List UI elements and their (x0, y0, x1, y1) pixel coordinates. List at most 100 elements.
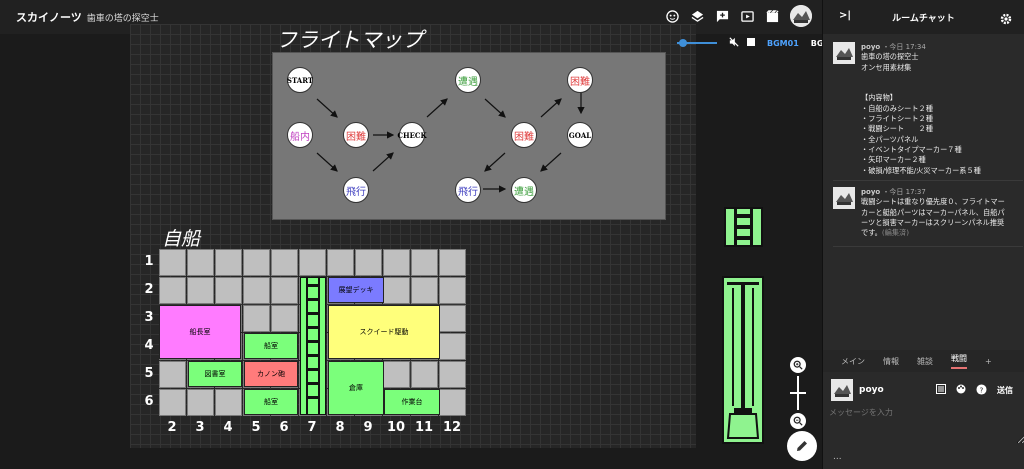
message-line: ーツと損害マーカーはスクリーンパネル推奨 (861, 217, 1005, 227)
chat-title: ルームチャット (892, 13, 955, 24)
chat-message: poyo ・今日 17:34 歯車の塔の探空士 オンセ用素材集 【内容物】 ・自… (833, 42, 1023, 176)
flightmap-panel[interactable]: START 船内 困難 飛行 CHECK 遭遇 困難 困難 飛行 遭遇 GOAL (272, 52, 666, 220)
user-avatar[interactable] (790, 5, 812, 27)
message-time: ・今日 17:34 (882, 43, 926, 51)
message-author: poyo (861, 43, 881, 51)
flight-node-encounter-1: 遭遇 (455, 67, 481, 93)
zoom-in-icon[interactable] (790, 357, 806, 373)
message-separator (833, 246, 1023, 247)
room-cabin-1[interactable]: 船室 (244, 333, 298, 359)
flight-node-check: CHECK (397, 122, 427, 148)
ship-cell (159, 389, 186, 416)
layers-icon[interactable] (690, 9, 704, 23)
movie-icon[interactable] (765, 9, 779, 23)
bgm-controls: BGM01 BGM02 (677, 37, 843, 49)
flight-node-start: START (287, 67, 313, 93)
face-icon[interactable] (665, 9, 679, 23)
room-workshop[interactable]: 作業台 (384, 389, 440, 415)
ship-cell (383, 277, 410, 304)
collapse-panel-icon[interactable]: >| (839, 10, 851, 21)
input-avatar[interactable] (831, 379, 853, 401)
ship-cell (271, 277, 298, 304)
flight-node-goal: GOAL (567, 122, 593, 148)
stop-icon[interactable] (747, 38, 755, 48)
ship-cell (411, 249, 438, 276)
message-line: ・戦闘シート ２種 (861, 124, 933, 134)
ship-cell (215, 389, 242, 416)
col-label: 2 (167, 420, 177, 435)
message-avatar (833, 187, 855, 209)
tab-info[interactable]: 情報 (883, 356, 899, 367)
ship-cell (159, 277, 186, 304)
flightmap-title: フライトマップ (276, 28, 423, 52)
flight-node-encounter-2: 遭遇 (511, 177, 537, 203)
message-line (861, 83, 981, 93)
ladder-icon (726, 282, 760, 439)
message-line: カーと艇船パーツはマーカーパネル、自船パ (861, 207, 1005, 217)
ladder-piece-small[interactable] (724, 207, 763, 247)
room-deck[interactable]: 展望デッキ (328, 277, 384, 303)
ship-cell (271, 249, 298, 276)
volume-slider[interactable] (677, 39, 717, 47)
edit-fab-button[interactable] (787, 431, 817, 461)
message-input[interactable] (823, 404, 1024, 444)
message-line: ・破損/修理不能/火災マーカー系５種 (861, 165, 981, 175)
col-label: 7 (307, 420, 317, 435)
bgm01-button[interactable]: BGM01 (767, 39, 799, 48)
ship-cell (215, 277, 242, 304)
chat-tabs: メイン 情報 雑談 戦闘 + (823, 350, 1024, 372)
col-label: 3 (195, 420, 205, 435)
pencil-icon (797, 441, 807, 451)
volume-slider-knob[interactable] (679, 39, 687, 47)
ship-cell (243, 277, 270, 304)
flight-node-flight-2: 飛行 (455, 177, 481, 203)
send-button[interactable]: 送信 (997, 385, 1013, 396)
mute-icon[interactable] (729, 37, 739, 49)
room-library[interactable]: 図書室 (188, 361, 242, 387)
room-title: 歯車の塔の探空士 (86, 13, 159, 24)
message-line: 歯車の塔の探空士 (861, 52, 919, 62)
ship-cell (383, 249, 410, 276)
message-author: poyo (861, 188, 881, 196)
zoom-out-icon[interactable] (790, 413, 806, 429)
ship-cell (243, 249, 270, 276)
col-label: 6 (279, 420, 289, 435)
room-warehouse[interactable]: 倉庫 (328, 361, 384, 415)
zoom-slider[interactable] (790, 376, 806, 410)
ship-cell (439, 389, 466, 416)
ship-cell (411, 361, 438, 388)
ship-cell (439, 249, 466, 276)
room-squid-drive[interactable]: スクイード駆動 (328, 305, 440, 359)
ship-cell (187, 389, 214, 416)
message-line: 【内容物】 (861, 93, 897, 103)
room-cannon[interactable]: カノン砲 (244, 361, 298, 387)
col-label: 4 (223, 420, 233, 435)
svg-text:?: ? (980, 385, 984, 394)
help-icon[interactable]: ? (976, 383, 987, 397)
ship-grid[interactable]: 展望デッキ 船長室 スクイード駆動 船室 図書室 カノン砲 倉庫 船室 作業台 (158, 248, 470, 416)
ladder-piece-large[interactable] (722, 276, 764, 444)
flight-node-difficulty-2: 困難 (511, 122, 537, 148)
room-cabin-2[interactable]: 船室 (244, 389, 298, 415)
palette-icon[interactable] (956, 384, 966, 396)
message-line: オンセ用素材集 (861, 62, 912, 72)
gear-icon[interactable] (1000, 10, 1012, 29)
input-username[interactable]: poyo (859, 385, 884, 395)
message-separator (833, 180, 1023, 181)
tab-chat[interactable]: 雑談 (917, 356, 933, 367)
tab-main[interactable]: メイン (841, 356, 865, 367)
add-tab-button[interactable]: + (985, 357, 992, 366)
video-icon[interactable] (740, 9, 754, 23)
row-label: 1 (144, 254, 154, 269)
add-comment-icon[interactable] (715, 9, 729, 23)
room-captain[interactable]: 船長室 (159, 305, 241, 359)
tab-battle[interactable]: 戦闘 (951, 353, 967, 369)
message-line: ・自船のみシート２種 (861, 103, 933, 113)
row-label: 3 (144, 310, 154, 325)
list-icon[interactable] (936, 384, 946, 396)
more-options[interactable]: ... (833, 452, 842, 462)
ship-cell (383, 361, 410, 388)
ship-cell (439, 277, 466, 304)
col-label: 12 (442, 420, 462, 435)
row-label: 5 (144, 366, 154, 381)
